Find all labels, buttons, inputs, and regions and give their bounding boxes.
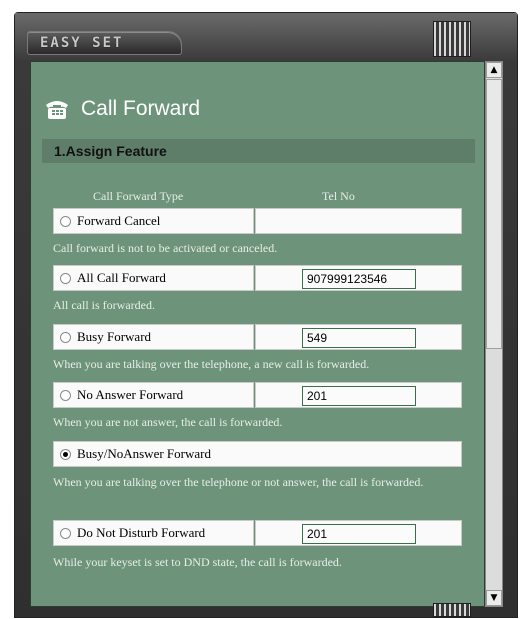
radio-busy-noanswer-forward[interactable] — [60, 448, 71, 460]
option-label: Busy Forward — [77, 329, 152, 344]
option-row-busy-forward: Busy Forward 549 — [53, 324, 462, 350]
option-description: When you are talking over the telephone,… — [53, 357, 370, 371]
option-no-answer-forward[interactable]: No Answer Forward — [53, 382, 254, 408]
option-label: Do Not Disturb Forward — [77, 525, 206, 540]
option-description: While your keyset is set to DND state, t… — [53, 555, 342, 569]
grip-handle-top[interactable] — [433, 21, 471, 57]
scroll-up-button[interactable]: ▲ — [486, 62, 502, 78]
option-description: When you are talking over the telephone … — [53, 475, 424, 489]
column-header-tel: Tel No — [322, 189, 355, 203]
tel-cell-busy-forward: 549 — [255, 324, 462, 350]
option-description: All call is forwarded. — [53, 298, 155, 312]
tel-input-dnd-forward[interactable]: 201 — [302, 524, 416, 544]
window-title: EASY SET — [40, 35, 124, 51]
option-label: No Answer Forward — [77, 387, 184, 402]
vertical-scrollbar[interactable]: ▲ ▼ — [485, 61, 503, 607]
tel-cell-forward-cancel — [255, 208, 462, 234]
option-forward-cancel[interactable]: Forward Cancel — [53, 208, 254, 234]
option-label: Busy/NoAnswer Forward — [77, 446, 211, 461]
tel-cell-all-call-forward: 907999123546 — [255, 265, 462, 291]
option-busy-forward[interactable]: Busy Forward — [53, 324, 254, 350]
page-title: Call Forward — [81, 97, 201, 120]
tel-input-all-call-forward[interactable]: 907999123546 — [302, 269, 416, 289]
grip-handle-bottom[interactable] — [433, 603, 471, 617]
title-bar: EASY SET — [15, 13, 517, 61]
page-header: Call Forward — [43, 92, 200, 126]
option-label: Forward Cancel — [77, 213, 161, 228]
option-row-dnd-forward: Do Not Disturb Forward 201 — [53, 520, 462, 546]
option-row-all-call-forward: All Call Forward 907999123546 — [53, 265, 462, 291]
option-busy-noanswer-forward[interactable]: Busy/NoAnswer Forward — [53, 441, 462, 467]
option-description: When you are not answer, the call is for… — [53, 415, 283, 429]
tel-cell-dnd-forward: 201 — [255, 520, 462, 546]
tel-cell-no-answer-forward: 201 — [255, 382, 462, 408]
option-all-call-forward[interactable]: All Call Forward — [53, 265, 254, 291]
column-header-type: Call Forward Type — [93, 189, 184, 203]
phone-icon — [46, 101, 68, 119]
radio-forward-cancel[interactable] — [60, 215, 71, 227]
option-description: Call forward is not to be activated or c… — [53, 241, 278, 255]
tel-input-busy-forward[interactable]: 549 — [302, 328, 416, 348]
radio-dnd-forward[interactable] — [60, 527, 71, 539]
tel-input-no-answer-forward[interactable]: 201 — [302, 386, 416, 406]
radio-no-answer-forward[interactable] — [60, 389, 71, 401]
option-row-forward-cancel: Forward Cancel — [53, 208, 462, 234]
section-title: 1.Assign Feature — [42, 139, 475, 163]
option-row-no-answer-forward: No Answer Forward 201 — [53, 382, 462, 408]
option-label: All Call Forward — [77, 270, 166, 285]
radio-busy-forward[interactable] — [60, 331, 71, 343]
scroll-thumb[interactable] — [486, 79, 502, 349]
title-tab: EASY SET — [27, 31, 182, 55]
option-dnd-forward[interactable]: Do Not Disturb Forward — [53, 520, 254, 546]
easy-set-window: EASY SET Call Forward 1.Assign Feature C… — [14, 12, 518, 618]
scroll-down-button[interactable]: ▼ — [486, 590, 502, 606]
option-row-busy-noanswer-forward: Busy/NoAnswer Forward — [53, 441, 462, 467]
content-panel: Call Forward 1.Assign Feature Call Forwa… — [30, 61, 485, 607]
radio-all-call-forward[interactable] — [60, 272, 71, 284]
